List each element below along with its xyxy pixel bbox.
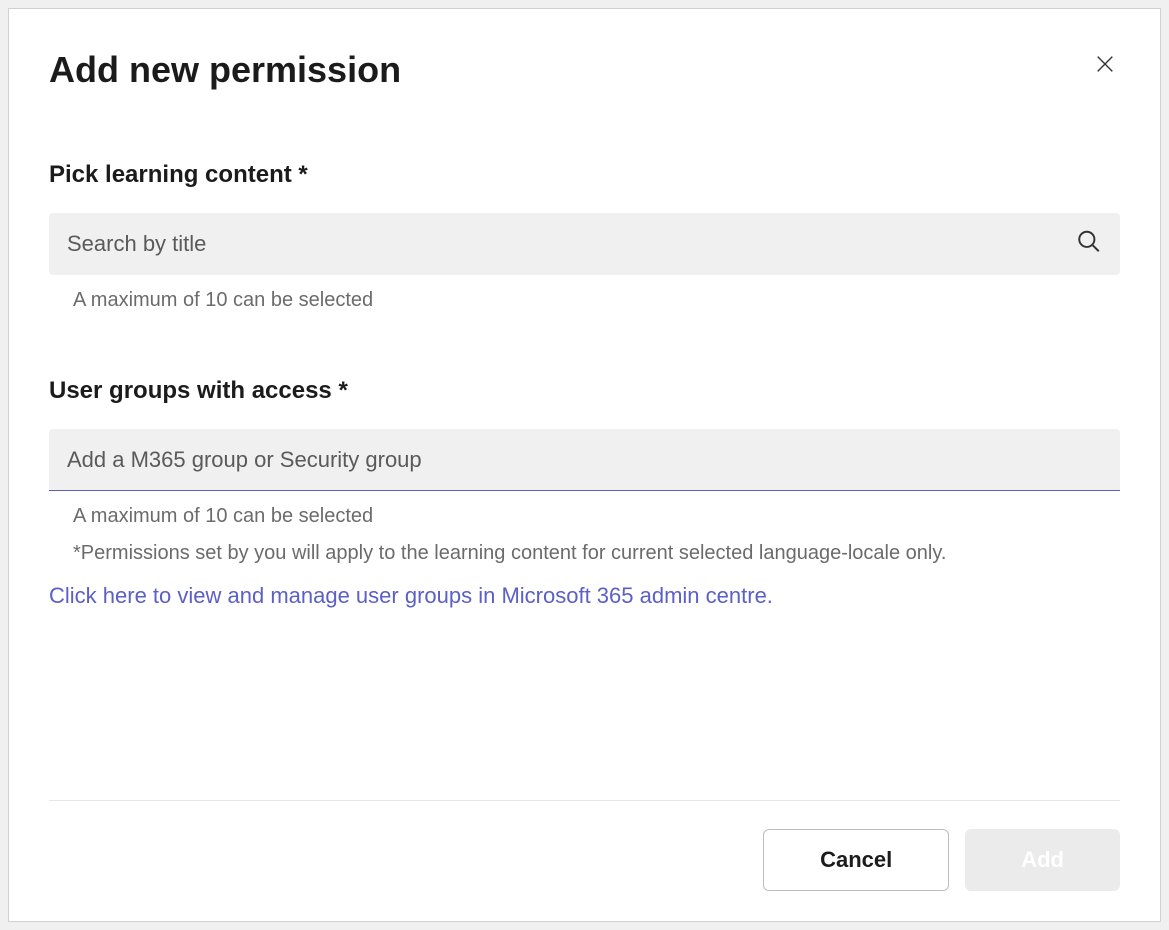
dialog-title: Add new permission — [49, 49, 401, 91]
user-groups-note: *Permissions set by you will apply to th… — [49, 542, 1120, 565]
cancel-button[interactable]: Cancel — [763, 829, 949, 891]
learning-content-field: Pick learning content * A maximum of 10 … — [49, 161, 1120, 312]
learning-content-helper: A maximum of 10 can be selected — [49, 289, 1120, 312]
dialog-footer: Cancel Add — [49, 800, 1120, 891]
manage-groups-link[interactable]: Click here to view and manage user group… — [49, 583, 773, 609]
learning-content-search-input[interactable] — [49, 213, 1120, 275]
learning-content-search-box — [49, 213, 1120, 275]
learning-content-label: Pick learning content * — [49, 161, 1120, 189]
add-permission-dialog: Add new permission Pick learning content… — [8, 8, 1161, 922]
close-button[interactable] — [1090, 49, 1120, 82]
dialog-header: Add new permission — [49, 49, 1120, 91]
user-groups-field: User groups with access * A maximum of 1… — [49, 377, 1120, 609]
user-groups-input[interactable] — [49, 429, 1120, 491]
add-button[interactable]: Add — [965, 829, 1120, 891]
user-groups-label: User groups with access * — [49, 377, 1120, 405]
close-icon — [1094, 53, 1116, 78]
user-groups-helper: A maximum of 10 can be selected — [49, 505, 1120, 528]
